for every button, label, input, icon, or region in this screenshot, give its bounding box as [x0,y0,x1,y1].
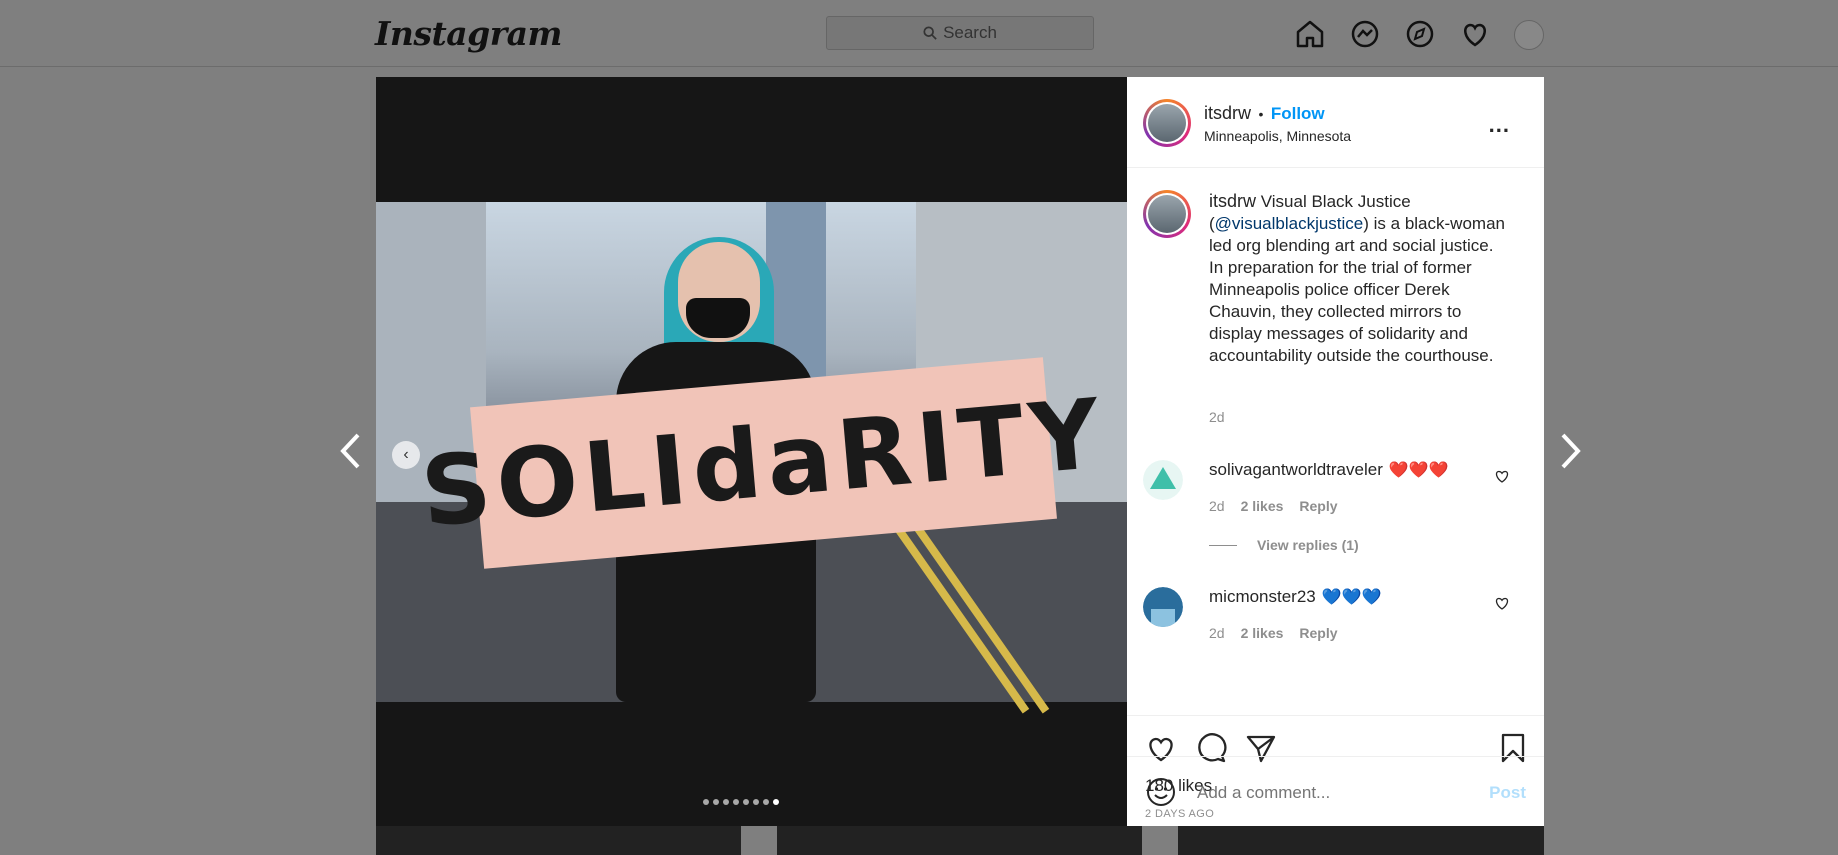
activity-heart-icon[interactable] [1459,18,1491,50]
caption-avatar[interactable] [1143,190,1191,238]
post-location[interactable]: Minneapolis, Minnesota [1204,128,1351,144]
view-replies-button[interactable]: View replies (1) [1209,537,1359,553]
previous-post-arrow-icon[interactable] [338,432,364,470]
comment-likes[interactable]: 2 likes [1241,498,1284,514]
comment-reply-button[interactable]: Reply [1299,625,1337,641]
caption-username[interactable]: itsdrw [1209,191,1256,211]
caption-mention[interactable]: @visualblackjustice [1215,214,1364,233]
divider [1127,167,1544,168]
caption-time[interactable]: 2d [1209,409,1225,425]
more-options-icon[interactable]: ... [1489,112,1510,138]
comment-input[interactable] [1195,777,1459,809]
comment-avatar[interactable] [1143,587,1183,627]
comment-avatar[interactable] [1143,460,1183,500]
caption-text: itsdrw Visual Black Justice (@visualblac… [1209,190,1509,367]
comment-username[interactable]: micmonster23 [1209,587,1316,606]
feed-thumbnail [1178,826,1544,855]
post-header: itsdrw • Follow Minneapolis, Minnesota .… [1143,95,1528,151]
carousel-dot [763,799,769,805]
comments-scroll[interactable]: micmonster23 💙💙💙 2d 2 likes Reply [1127,577,1544,715]
post-comment-button[interactable]: Post [1489,783,1526,803]
comment-text: 💙💙💙 [1321,589,1382,606]
profile-avatar[interactable] [1514,18,1546,50]
carousel-dot [723,799,729,805]
search-icon [923,26,937,40]
next-post-arrow-icon[interactable] [1557,432,1583,470]
add-comment-bar: Post [1127,756,1544,827]
emoji-icon[interactable] [1145,776,1177,808]
instagram-logo[interactable]: Instagram [375,14,562,53]
comment-like-icon[interactable] [1494,468,1510,484]
messenger-icon[interactable] [1349,18,1381,50]
post-photo: SOLIdaRITY [376,202,1127,714]
author-avatar[interactable] [1143,99,1191,147]
comment-text: ❤️❤️❤️ [1388,462,1449,479]
explore-icon[interactable] [1404,18,1436,50]
top-nav: Instagram Search [0,0,1838,67]
carousel-dot [703,799,709,805]
carousel-dot [733,799,739,805]
post-media[interactable]: SOLIdaRITY ‹ [376,77,1127,826]
comment-like-icon[interactable] [1494,595,1510,611]
follow-button[interactable]: Follow [1271,104,1325,123]
comment-username[interactable]: solivagantworldtraveler [1209,460,1383,479]
comment-time[interactable]: 2d [1209,625,1225,641]
follow-separator: • [1258,105,1264,122]
carousel-indicator [703,799,779,805]
search-placeholder: Search [943,23,997,42]
search-input[interactable]: Search [826,16,1094,50]
home-icon[interactable] [1294,18,1326,50]
caption-part-2: ) is a black-woman led org blending art … [1209,214,1505,365]
view-replies-label: View replies (1) [1257,537,1359,553]
feed-thumbnail [376,826,741,855]
comment-likes[interactable]: 2 likes [1241,625,1284,641]
post-actions: 180 likes 2 DAYS AGO [1127,715,1544,820]
carousel-dot [743,799,749,805]
carousel-dot [753,799,759,805]
feed-thumbnail [777,826,1142,855]
post-panel: itsdrw • Follow Minneapolis, Minnesota .… [1127,77,1544,826]
carousel-dot [773,799,779,805]
author-username[interactable]: itsdrw [1204,103,1251,123]
carousel-prev-icon[interactable]: ‹ [392,441,420,469]
carousel-dot [713,799,719,805]
comment-reply-button[interactable]: Reply [1299,498,1337,514]
comment-time[interactable]: 2d [1209,498,1225,514]
